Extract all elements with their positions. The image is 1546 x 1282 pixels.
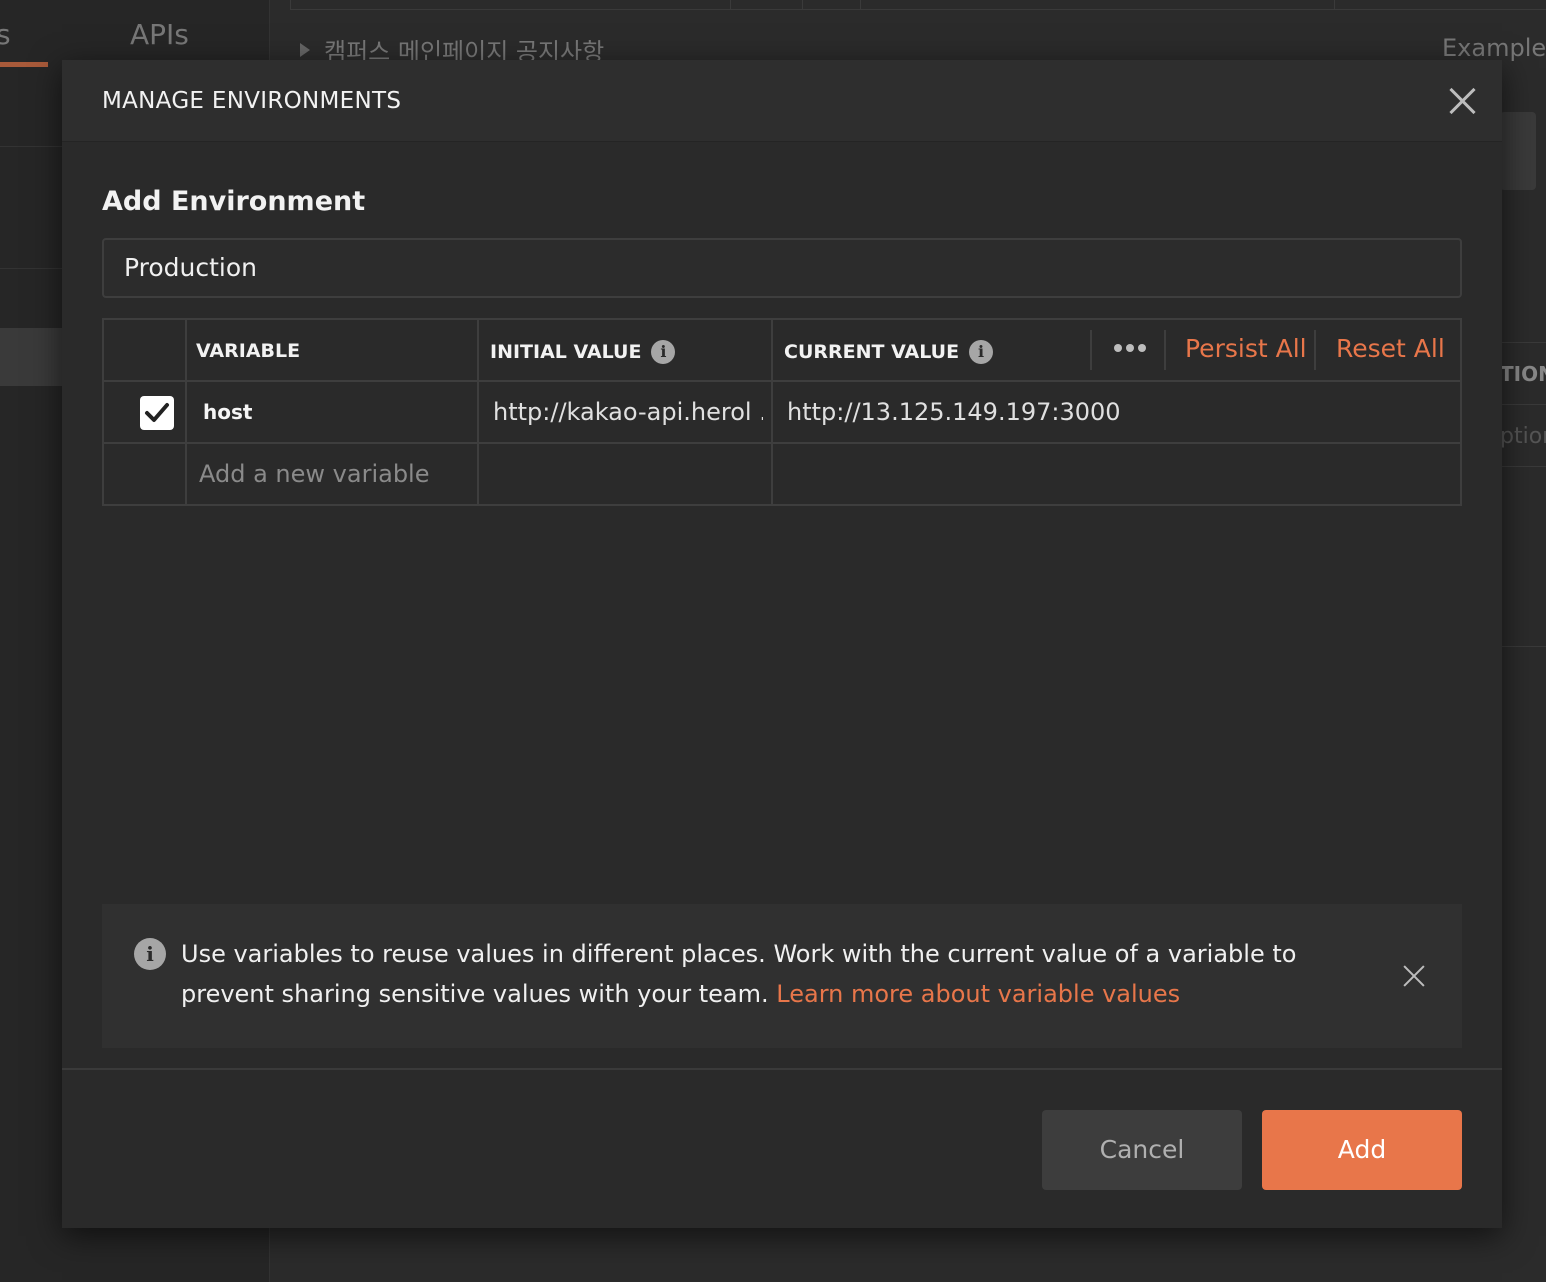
tab-separator: [860, 0, 861, 10]
variable-enabled-checkbox[interactable]: [140, 396, 174, 430]
divider: [1500, 466, 1546, 467]
info-icon[interactable]: i: [969, 340, 994, 364]
info-banner: i Use variables to reuse values in diffe…: [102, 904, 1462, 1048]
caret-right-icon: [300, 42, 310, 57]
sidebar-tab-apis[interactable]: APIs: [130, 18, 189, 51]
header-current-value-label: CURRENT VALUE: [784, 341, 960, 363]
tab-separator: [802, 0, 803, 10]
header-variable-label: VARIABLE: [196, 340, 301, 362]
tab-separator: [290, 0, 291, 10]
variables-table: VARIABLE INITIAL VALUE i CURRENT VALUE i…: [102, 318, 1462, 506]
examples-button[interactable]: Examples: [1442, 34, 1546, 62]
tab-separator: [1334, 0, 1335, 10]
header-variable: VARIABLE: [196, 340, 300, 362]
add-button[interactable]: Add: [1262, 1110, 1462, 1190]
divider: [1500, 342, 1546, 343]
banner-text: Use variables to reuse values in differe…: [181, 934, 1341, 1014]
sidebar-selected-item[interactable]: [0, 328, 62, 386]
initial-value-cell[interactable]: http://kakao-api.herol ...: [493, 398, 763, 426]
checkmark-icon: [145, 403, 169, 422]
learn-more-link[interactable]: Learn more about variable values: [776, 980, 1180, 1008]
header-current-value: CURRENT VALUE i: [784, 340, 994, 364]
send-button[interactable]: [1500, 112, 1536, 190]
header-initial-value-label: INITIAL VALUE: [490, 341, 642, 363]
new-initial-value-input[interactable]: [480, 444, 770, 502]
reset-all-button[interactable]: Reset All: [1336, 334, 1445, 363]
header-initial-value: INITIAL VALUE i: [490, 340, 676, 364]
divider: [1500, 404, 1546, 405]
environment-name-input[interactable]: Production: [102, 238, 1462, 298]
description-placeholder: ption: [1500, 424, 1546, 449]
current-value-cell[interactable]: http://13.125.149.197:3000: [787, 398, 1121, 426]
row-divider: [104, 380, 1460, 382]
active-tab-indicator: [0, 62, 48, 67]
column-divider: [185, 320, 187, 504]
persist-all-button[interactable]: Persist All: [1185, 334, 1307, 363]
info-icon: i: [134, 938, 166, 970]
cancel-button[interactable]: Cancel: [1042, 1110, 1242, 1190]
modal-title: MANAGE ENVIRONMENTS: [102, 88, 402, 114]
manage-environments-modal: MANAGE ENVIRONMENTS Add Environment Prod…: [62, 60, 1502, 1228]
tab-bar: [290, 0, 1546, 10]
sidebar-tab-collections[interactable]: s: [0, 18, 11, 51]
column-header-description: TION: [1500, 362, 1546, 386]
header-separator: [1090, 330, 1092, 370]
close-icon[interactable]: [1402, 964, 1426, 988]
column-divider: [477, 320, 479, 504]
column-divider: [771, 320, 773, 504]
header-separator: [1314, 330, 1316, 370]
header-separator: [1164, 330, 1166, 370]
info-icon[interactable]: i: [651, 340, 676, 364]
new-variable-input[interactable]: Add a new variable: [199, 460, 429, 488]
new-current-value-input[interactable]: [774, 444, 1458, 502]
modal-header: MANAGE ENVIRONMENTS: [62, 60, 1502, 142]
section-title: Add Environment: [102, 186, 366, 217]
footer-divider: [62, 1068, 1502, 1070]
tab-separator: [730, 0, 731, 10]
variable-name-cell[interactable]: host: [203, 400, 252, 424]
more-options-icon[interactable]: [1110, 330, 1150, 366]
divider: [1500, 646, 1546, 647]
close-icon[interactable]: [1446, 84, 1478, 116]
